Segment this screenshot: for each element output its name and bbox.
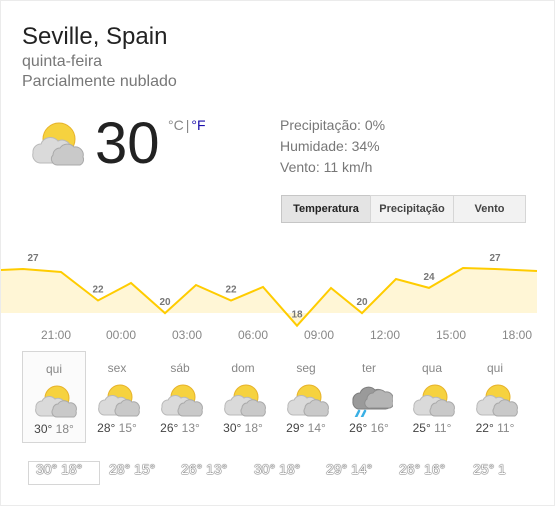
forecast-high: 26°: [349, 421, 368, 435]
ghost-temps: 29° 14°: [326, 461, 373, 477]
tab-precipitation[interactable]: Precipitação: [370, 195, 454, 223]
forecast-day-name: qui: [486, 361, 503, 375]
forecast-day-name: qui: [45, 362, 62, 376]
forecast-low: 14°: [307, 421, 326, 435]
forecast-low: 18°: [55, 422, 74, 436]
partly-cloudy-icon: [161, 384, 203, 417]
forecast-low: 11°: [497, 421, 515, 435]
forecast-high: 30°: [34, 422, 53, 436]
forecast-temps: 29° 14°: [274, 421, 338, 435]
chart-value-label: 20: [159, 297, 171, 308]
hour-label: 03:00: [171, 328, 203, 342]
location-title: Seville, Spain: [22, 23, 168, 50]
forecast-day-name: seg: [296, 361, 316, 375]
current-temperature: 30: [95, 111, 160, 176]
forecast-temps: 25° 11°: [400, 421, 464, 435]
unit-fahrenheit[interactable]: °F: [191, 117, 205, 133]
rain-icon: [352, 386, 393, 417]
forecast-day-0[interactable]: qui 30° 18°: [22, 351, 86, 443]
weather-card: Seville, Spain quinta-feira Parcialmente…: [0, 0, 555, 506]
chart-value-label: 24: [423, 272, 435, 283]
unit-celsius[interactable]: °C: [168, 117, 184, 133]
ghost-temperature-row: 30° 18° 28° 15° 26° 13° 30° 18° 29° 14° 26° 1…: [1, 461, 557, 487]
hour-label: 09:00: [303, 328, 335, 342]
hour-axis: 21:00 00:00 03:00 06:00 09:00 12:00 15:00 18:00: [1, 328, 557, 342]
chart-value-label: 18: [291, 310, 303, 321]
ghost-temps: 28° 15°: [109, 461, 156, 477]
forecast-day-7[interactable]: qui 22° 11°: [463, 351, 527, 443]
hour-label: 00:00: [105, 328, 137, 342]
forecast-day-4[interactable]: seg 29° 14°: [274, 351, 338, 443]
chart-value-label: 22: [225, 285, 237, 296]
forecast-low: 13°: [181, 421, 200, 435]
current-day: quinta-feira: [22, 53, 103, 70]
tab-wind[interactable]: Vento: [453, 195, 526, 223]
current-condition: Parcialmente nublado: [22, 73, 177, 90]
ghost-temps: 30° 18°: [254, 461, 301, 477]
forecast-day-2[interactable]: sáb 26° 13°: [148, 351, 212, 443]
forecast-day-name: ter: [361, 361, 376, 375]
forecast-temps: 30° 18°: [211, 421, 275, 435]
forecast-day-3[interactable]: dom 30° 18°: [211, 351, 275, 443]
hour-label: 21:00: [40, 328, 72, 342]
forecast-high: 30°: [223, 421, 242, 435]
hour-label: 12:00: [369, 328, 401, 342]
chart-value-label: 27: [489, 253, 501, 264]
chart-area: [1, 268, 537, 326]
ghost-temps: 26° 16°: [399, 461, 446, 477]
unit-toggle: °C | °F: [168, 117, 206, 133]
chart-value-label: 20: [356, 297, 368, 308]
forecast-low: 11°: [434, 421, 452, 435]
forecast-day-name: dom: [231, 361, 255, 375]
humidity-detail: Humidade: 34%: [280, 138, 380, 154]
forecast-day-name: qua: [421, 361, 443, 375]
chart-value-label: 27: [27, 253, 39, 264]
hour-label: 06:00: [237, 328, 269, 342]
forecast-temps: 22° 11°: [463, 421, 527, 435]
partly-cloudy-icon: [224, 384, 266, 417]
chart-tabs: Temperatura Precipitação Vento: [281, 195, 526, 223]
forecast-high: 22°: [475, 421, 494, 435]
forecast-low: 15°: [118, 421, 137, 435]
forecast-day-5[interactable]: ter 26° 16°: [337, 351, 401, 443]
forecast-high: 25°: [412, 421, 431, 435]
weather-details: Precipitação: 0% Humidade: 34% Vento: 11…: [280, 115, 385, 178]
wind-detail: Vento: 11 km/h: [280, 159, 373, 175]
forecast-low: 16°: [370, 421, 389, 435]
partly-cloudy-icon: [98, 384, 140, 417]
hour-label: 15:00: [435, 328, 467, 342]
chart-value-label: 22: [92, 285, 104, 296]
partly-cloudy-icon: [413, 384, 455, 417]
ghost-temps: 25° 1: [473, 461, 506, 477]
partly-cloudy-icon: [35, 385, 77, 418]
forecast-day-name: sex: [107, 361, 127, 375]
hour-label: 18:00: [501, 328, 533, 342]
forecast-temps: 26° 13°: [148, 421, 212, 435]
forecast-high: 28°: [97, 421, 116, 435]
forecast-temps: 26° 16°: [337, 421, 401, 435]
tab-temperature[interactable]: Temperatura: [281, 195, 371, 223]
forecast-day-6[interactable]: qua 25° 11°: [400, 351, 464, 443]
precipitation-detail: Precipitação: 0%: [280, 117, 386, 133]
partly-cloudy-icon: [476, 384, 518, 417]
forecast-low: 18°: [244, 421, 263, 435]
partly-cloudy-icon: [32, 122, 85, 166]
forecast-high: 29°: [286, 421, 305, 435]
partly-cloudy-icon: [287, 384, 329, 417]
forecast-day-name: sáb: [170, 361, 190, 375]
ghost-temps: 26° 13°: [181, 461, 228, 477]
forecast-temps: 28° 15°: [85, 421, 149, 435]
forecast-high: 26°: [160, 421, 179, 435]
ghost-temps: 30° 18°: [36, 461, 83, 477]
forecast-day-1[interactable]: sex 28° 15°: [85, 351, 149, 443]
forecast-temps: 30° 18°: [23, 422, 85, 436]
